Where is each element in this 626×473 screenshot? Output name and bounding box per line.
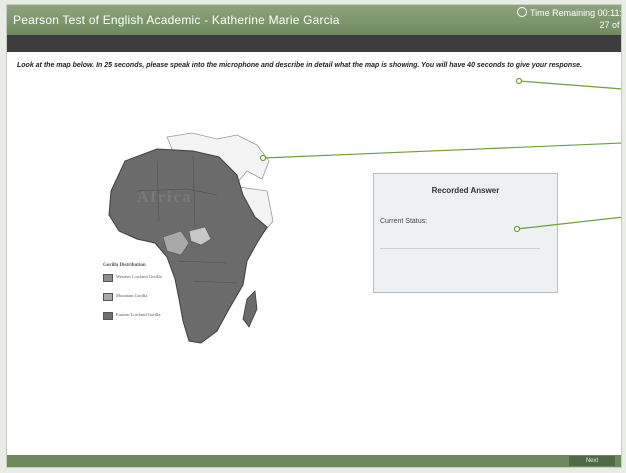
callout-line-status — [516, 216, 621, 230]
app-window: Pearson Test of English Academic - Kathe… — [6, 4, 622, 468]
next-button[interactable]: Next — [569, 456, 615, 466]
callout-dot-status — [513, 225, 521, 233]
callout-dot-map — [259, 154, 267, 162]
annotation-callouts — [259, 77, 621, 233]
footer-bar: Next — [7, 455, 621, 467]
callout-line-instruction — [518, 80, 621, 90]
callout-line-map — [262, 142, 621, 159]
callout-dot-instruction — [515, 77, 523, 85]
